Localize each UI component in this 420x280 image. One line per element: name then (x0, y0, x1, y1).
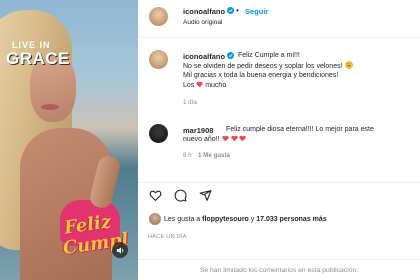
liker-avatar[interactable] (149, 213, 161, 225)
comments-limited-notice: Se han limitado los comentarios en esta … (138, 259, 420, 280)
comment-icon[interactable] (174, 189, 187, 202)
comment-text-line2: nuevo año!! (183, 135, 247, 145)
verified-badge-icon (227, 7, 234, 14)
verified-badge-icon (227, 52, 234, 59)
post-panel: iconoalfano • Seguir Audio original icon… (138, 0, 420, 280)
caption-line4-prefix: Los (183, 82, 195, 89)
likes-user[interactable]: floppytesouro (202, 216, 249, 223)
likes-summary: Les gusta a floppytesouro y 17.033 perso… (164, 216, 327, 223)
red-heart-emoji-icon (230, 135, 238, 142)
header-separator: • (236, 6, 239, 15)
sound-toggle-button[interactable] (112, 242, 128, 258)
caption-author-username[interactable]: iconoalfano (183, 52, 225, 61)
caption-line1: Feliz Cumple a mi!!! (238, 52, 300, 59)
comment-text-line2-text: nuevo año!! (183, 136, 220, 143)
video-logo-line2: GRACE (6, 49, 70, 68)
video-logo: LIVE IN GRACE (6, 40, 72, 70)
caption-line4: Los mucho (183, 81, 226, 91)
video-figure-lips (41, 104, 59, 110)
comment-author-avatar[interactable] (149, 124, 168, 143)
caption-line3: Mil gracias x toda la buena energia y be… (183, 72, 339, 79)
birthday-sticker: Feliz Cumpl (59, 210, 130, 268)
author-username[interactable]: iconoalfano (183, 7, 225, 16)
comment-likes-count: 1 Me gusta (198, 152, 230, 159)
likes-count[interactable]: 17.033 personas más (256, 216, 326, 223)
comment-text-line1: Feliz cumple diosa eterna!!!! Lo mejor p… (226, 126, 374, 133)
red-heart-emoji-icon (239, 135, 247, 142)
post-video[interactable]: LIVE IN GRACE Feliz Cumpl (0, 0, 138, 280)
like-heart-icon[interactable] (149, 189, 162, 202)
share-icon[interactable] (199, 189, 212, 202)
comment-likes[interactable]: 1 Me gusta (198, 152, 230, 159)
post-actions-bar (138, 182, 420, 206)
caption-line2-text: No se olviden de pedir deseos y soplar l… (183, 63, 343, 70)
follow-button[interactable]: Seguir (245, 7, 268, 16)
post-timestamp[interactable]: HACE UN DÍA (148, 234, 187, 240)
caption-author-avatar[interactable] (149, 50, 168, 69)
likes-prefix: Les gusta a (164, 216, 201, 223)
comment-time[interactable]: 8 h (183, 152, 192, 159)
comment-author-username[interactable]: mar1908 (183, 126, 213, 135)
likes-middle: y (250, 216, 255, 223)
caption-line2: No se olviden de pedir deseos y soplar l… (183, 61, 353, 72)
red-heart-emoji-icon (196, 81, 203, 88)
author-avatar[interactable] (149, 7, 168, 26)
caption-line4-suffix: mucho (205, 82, 227, 89)
caption-time[interactable]: 1 día (183, 99, 197, 106)
audio-label[interactable]: Audio original (183, 19, 222, 26)
laughing-emoji-icon (344, 61, 353, 69)
red-heart-emoji-icon (221, 135, 229, 142)
post-header: iconoalfano • Seguir Audio original (138, 0, 420, 38)
speaker-icon (116, 246, 123, 254)
media-area: LIVE IN GRACE Feliz Cumpl (0, 0, 138, 280)
